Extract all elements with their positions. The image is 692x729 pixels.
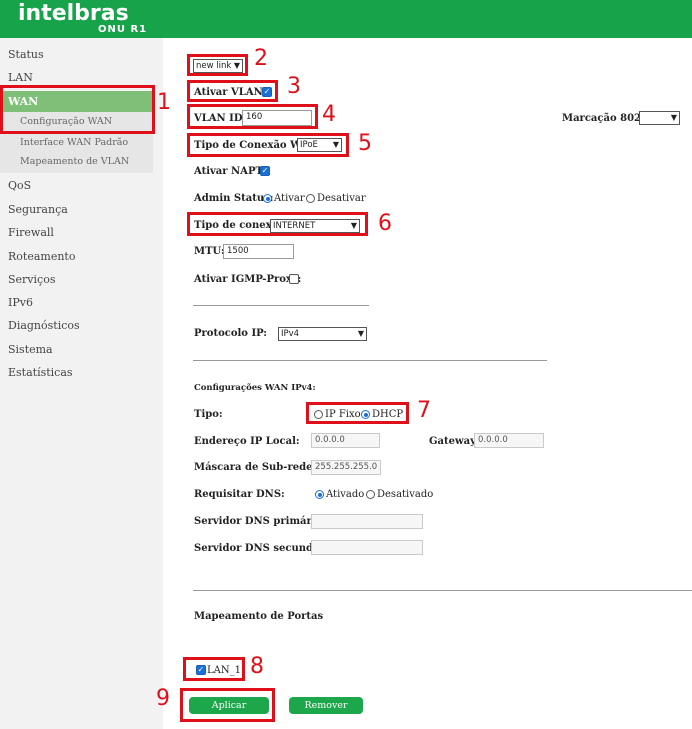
protocol-select[interactable]: IPv4 ▼: [278, 327, 367, 341]
brand-logo: intelbras: [18, 1, 129, 26]
annotation-number-1: 1: [157, 90, 171, 115]
nav-status[interactable]: Status: [8, 48, 44, 61]
protocol-label: Protocolo IP:: [194, 328, 267, 339]
ipv4-section-title: Configurações WAN IPv4:: [194, 383, 316, 393]
annotation-number-6: 6: [378, 211, 392, 236]
igmp-label: Ativar IGMP-Proxy:: [194, 274, 302, 285]
dns-off-radio[interactable]: [366, 490, 375, 499]
annotation-number-4: 4: [322, 102, 336, 127]
top-header: intelbras ONU R1: [0, 0, 692, 38]
nav-estatisticas[interactable]: Estatísticas: [8, 366, 73, 379]
annotation-number-2: 2: [254, 46, 268, 71]
annotation-box-4: [187, 104, 318, 129]
annotation-box-6: [187, 212, 368, 236]
nav-roteamento[interactable]: Roteamento: [8, 250, 75, 263]
gateway-input[interactable]: 0.0.0.0: [474, 433, 544, 448]
mask-input[interactable]: 255.255.255.0: [311, 460, 381, 475]
annotation-box-9: [180, 688, 275, 722]
subnav-interface-wan[interactable]: Interface WAN Padrão: [20, 137, 128, 148]
annotation-box-7: [306, 402, 409, 424]
protocol-value: IPv4: [281, 329, 300, 339]
igmp-checkbox[interactable]: [289, 274, 299, 284]
annotation-box-3: [187, 80, 278, 102]
dns-secondary-input[interactable]: [311, 540, 423, 555]
admin-off-radio[interactable]: [306, 194, 315, 203]
admin-off-label: Desativar: [317, 193, 366, 204]
nav-diagnosticos[interactable]: Diagnósticos: [8, 319, 80, 332]
annotation-number-9: 9: [156, 686, 170, 711]
dns-primary-input[interactable]: [311, 514, 423, 529]
chevron-down-icon: ▼: [670, 113, 677, 122]
dns-off-label: Desativado: [377, 489, 434, 500]
port-map-label: Mapeamento de Portas: [194, 611, 324, 622]
nav-sistema[interactable]: Sistema: [8, 343, 53, 356]
nav-ipv6[interactable]: IPv6: [8, 296, 33, 309]
gateway-label: Gateway:: [429, 436, 480, 447]
subnav-vlan-map[interactable]: Mapeamento de VLAN: [20, 156, 129, 167]
annotation-number-5: 5: [358, 131, 372, 156]
mtu-input[interactable]: 1500: [223, 244, 294, 259]
divider: [193, 590, 692, 591]
admin-on-label: Ativar: [274, 193, 305, 204]
divider: [193, 305, 369, 306]
napt-checkbox[interactable]: ✓: [260, 166, 270, 176]
nav-lan[interactable]: LAN: [8, 71, 33, 84]
nav-seguranca[interactable]: Segurança: [8, 203, 68, 216]
chevron-down-icon: ▼: [357, 329, 364, 338]
remove-button[interactable]: Remover: [289, 697, 363, 714]
napt-label: Ativar NAPT:: [194, 166, 267, 177]
device-model: ONU R1: [98, 24, 148, 35]
annotation-box-5: [187, 133, 349, 157]
annotation-number-7: 7: [417, 398, 431, 423]
admin-on-radio[interactable]: [263, 194, 272, 203]
local-ip-input[interactable]: 0.0.0.0: [311, 433, 380, 448]
dns-request-label: Requisitar DNS:: [194, 489, 285, 500]
tipo-label: Tipo:: [194, 409, 223, 420]
annotation-box-1: [0, 85, 155, 134]
local-ip-label: Endereço IP Local:: [194, 436, 300, 447]
divider: [193, 360, 547, 361]
nav-servicos[interactable]: Serviços: [8, 273, 55, 286]
sidebar: Status LAN WAN Configuração WAN Interfac…: [0, 38, 163, 729]
mtu-label: MTU:: [194, 246, 225, 257]
dns-primary-label: Servidor DNS primário:: [194, 516, 326, 527]
admin-status-label: Admin Status:: [194, 193, 274, 204]
marking-select[interactable]: ▼: [639, 111, 680, 125]
nav-qos[interactable]: QoS: [8, 179, 31, 192]
annotation-number-8: 8: [250, 654, 264, 679]
mask-label: Máscara de Sub-rede:: [194, 462, 317, 473]
annotation-box-8: [183, 657, 245, 681]
annotation-box-2: [187, 54, 248, 76]
dns-on-radio[interactable]: [315, 490, 324, 499]
annotation-number-3: 3: [287, 74, 301, 99]
dns-on-label: Ativado: [326, 489, 365, 500]
nav-firewall[interactable]: Firewall: [8, 226, 54, 239]
